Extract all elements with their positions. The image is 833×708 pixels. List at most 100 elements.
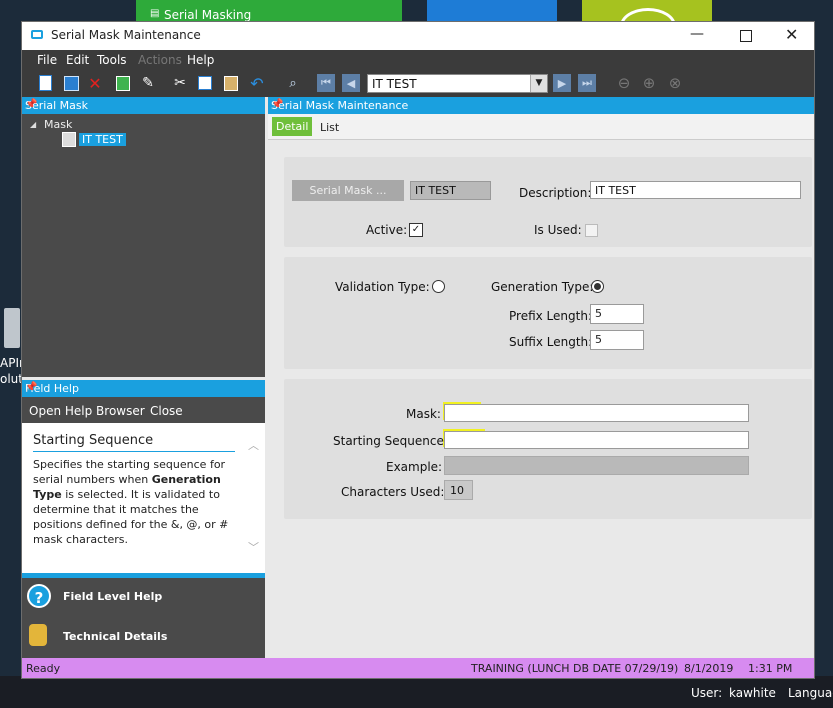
clear-icon[interactable]: ✎ xyxy=(139,74,157,92)
help-divider xyxy=(33,451,235,452)
tab-list[interactable]: List xyxy=(320,121,339,134)
validation-type-radio[interactable] xyxy=(432,280,445,293)
help-topic-title: Starting Sequence xyxy=(33,433,154,448)
first-icon[interactable]: ⏮ xyxy=(317,74,335,92)
mask-field[interactable] xyxy=(444,404,749,422)
status-date: 8/1/2019 xyxy=(684,662,734,675)
characters-used-field: 10 xyxy=(444,480,473,500)
example-field xyxy=(444,456,749,475)
maximize-icon[interactable] xyxy=(740,30,752,42)
help-content: Starting Sequence Specifies the starting… xyxy=(22,423,265,573)
stop-icon[interactable]: ⊗ xyxy=(666,74,684,92)
field-help-panel: Field Help 📌 Open Help Browser Close Sta… xyxy=(22,380,265,658)
search-icon[interactable]: ⌕ xyxy=(284,74,302,92)
characters-used-label: Characters Used: xyxy=(341,485,445,499)
type-card: Validation Type: Generation Type: Prefix… xyxy=(284,257,812,369)
close-help-link[interactable]: Close xyxy=(150,404,183,418)
generation-type-radio[interactable] xyxy=(591,280,604,293)
user-name: kawhite xyxy=(729,686,776,700)
chevron-down-icon[interactable]: ▼ xyxy=(530,75,547,92)
desktop-tile-lime[interactable] xyxy=(582,0,712,44)
tree-expand-icon[interactable]: ◢ xyxy=(30,120,36,129)
status-ready: Ready xyxy=(26,662,61,675)
open-help-browser-link[interactable]: Open Help Browser xyxy=(29,404,145,418)
field-help-header: Field Help 📌 xyxy=(22,380,265,397)
back-icon[interactable]: ⊖ xyxy=(615,74,633,92)
pin-icon[interactable]: 📌 xyxy=(271,99,810,110)
help-bottom: ? Field Level Help Technical Details xyxy=(22,578,265,658)
scroll-down-icon[interactable]: ﹀ xyxy=(248,539,259,555)
technical-details-link[interactable]: Technical Details xyxy=(63,630,167,643)
generation-type-label: Generation Type: xyxy=(491,280,594,294)
help-circle-icon: ? xyxy=(27,584,51,608)
active-label: Active: xyxy=(366,223,408,237)
pin-icon[interactable]: 📌 xyxy=(25,99,261,110)
help-body: Specifies the starting sequence for seri… xyxy=(33,458,229,546)
status-environment: TRAINING (LUNCH DB DATE 07/29/19) xyxy=(471,662,679,675)
suffix-length-field[interactable]: 5 xyxy=(590,330,644,350)
menu-actions: Actions xyxy=(138,53,182,67)
desktop-tile-blue[interactable] xyxy=(427,0,557,22)
save-icon[interactable] xyxy=(62,74,80,92)
prefix-length-field[interactable]: 5 xyxy=(590,304,644,324)
active-checkbox[interactable]: ✓ xyxy=(409,223,423,237)
record-icon xyxy=(62,132,76,147)
tree-panel-header: Serial Mask 📌 xyxy=(22,97,265,114)
is-used-label: Is Used: xyxy=(534,223,582,237)
description-label: Description: xyxy=(519,186,592,200)
starting-sequence-field[interactable] xyxy=(444,431,749,449)
prefix-length-label: Prefix Length: xyxy=(509,309,592,323)
desktop-file-icon[interactable] xyxy=(4,308,20,348)
tree-root-mask[interactable]: Mask xyxy=(44,118,72,131)
menu-help[interactable]: Help xyxy=(187,53,214,67)
cut-icon[interactable]: ✂ xyxy=(171,74,189,92)
mask-card: Mask: Starting Sequence: Example: Charac… xyxy=(284,379,812,519)
desktop-text: olut xyxy=(0,372,23,386)
status-bar: Ready TRAINING (LUNCH DB DATE 07/29/19) … xyxy=(22,658,814,678)
validation-type-label: Validation Type: xyxy=(335,280,430,294)
tab-strip: Detail List xyxy=(268,114,814,140)
scroll-up-icon[interactable]: ︿ xyxy=(248,437,259,453)
user-label: User: xyxy=(691,686,723,700)
language-label: Languag xyxy=(788,686,833,700)
close-icon[interactable]: ✕ xyxy=(785,25,798,44)
header-card: Serial Mask ... IT TEST Description: IT … xyxy=(284,157,812,247)
tab-detail[interactable]: Detail xyxy=(272,117,313,136)
prev-icon[interactable]: ◀ xyxy=(342,74,360,92)
title-bar: Serial Mask Maintenance — ✕ xyxy=(22,22,814,50)
description-field[interactable]: IT TEST xyxy=(590,181,801,199)
pin-icon[interactable]: 📌 xyxy=(25,382,261,393)
mask-label: Mask: xyxy=(406,407,441,421)
undo-icon[interactable]: ↶ xyxy=(248,74,266,93)
serial-mask-button[interactable]: Serial Mask ... xyxy=(292,180,404,201)
field-help-actions: Open Help Browser Close xyxy=(22,397,265,423)
minimize-icon[interactable]: — xyxy=(690,26,704,42)
copy-icon[interactable] xyxy=(196,74,214,92)
app-icon xyxy=(31,30,43,39)
serial-mask-field[interactable]: IT TEST xyxy=(410,181,491,200)
menu-file[interactable]: File xyxy=(37,53,57,67)
window-title: Serial Mask Maintenance xyxy=(51,28,201,42)
menu-edit[interactable]: Edit xyxy=(66,53,89,67)
menu-tools[interactable]: Tools xyxy=(97,53,127,67)
database-icon xyxy=(29,624,47,646)
record-selector[interactable]: IT TEST ▼ xyxy=(367,74,548,93)
forward-icon[interactable]: ⊕ xyxy=(640,74,658,92)
app-window: Serial Mask Maintenance — ✕ File Edit To… xyxy=(22,22,814,678)
field-level-help-link[interactable]: Field Level Help xyxy=(63,590,162,603)
record-selector-value: IT TEST xyxy=(372,77,417,91)
delete-icon[interactable]: ✕ xyxy=(86,74,104,93)
main-panel: Serial Mask Maintenance 📌 Detail List Se… xyxy=(268,97,814,658)
last-icon[interactable]: ⏭ xyxy=(578,74,596,92)
desktop-tile-label: Serial Masking xyxy=(164,8,252,22)
refresh-icon[interactable] xyxy=(114,74,132,92)
paste-icon[interactable] xyxy=(222,74,240,92)
main-panel-header: Serial Mask Maintenance 📌 xyxy=(268,97,814,114)
suffix-length-label: Suffix Length: xyxy=(509,335,593,349)
new-icon[interactable] xyxy=(36,74,54,92)
tree-node-it-test[interactable]: IT TEST xyxy=(79,133,126,146)
desktop-tile-green[interactable]: Serial Masking ▤ xyxy=(136,0,402,22)
next-icon[interactable]: ▶ xyxy=(553,74,571,92)
tile-icon: ▤ xyxy=(150,8,160,19)
status-time: 1:31 PM xyxy=(748,662,793,675)
